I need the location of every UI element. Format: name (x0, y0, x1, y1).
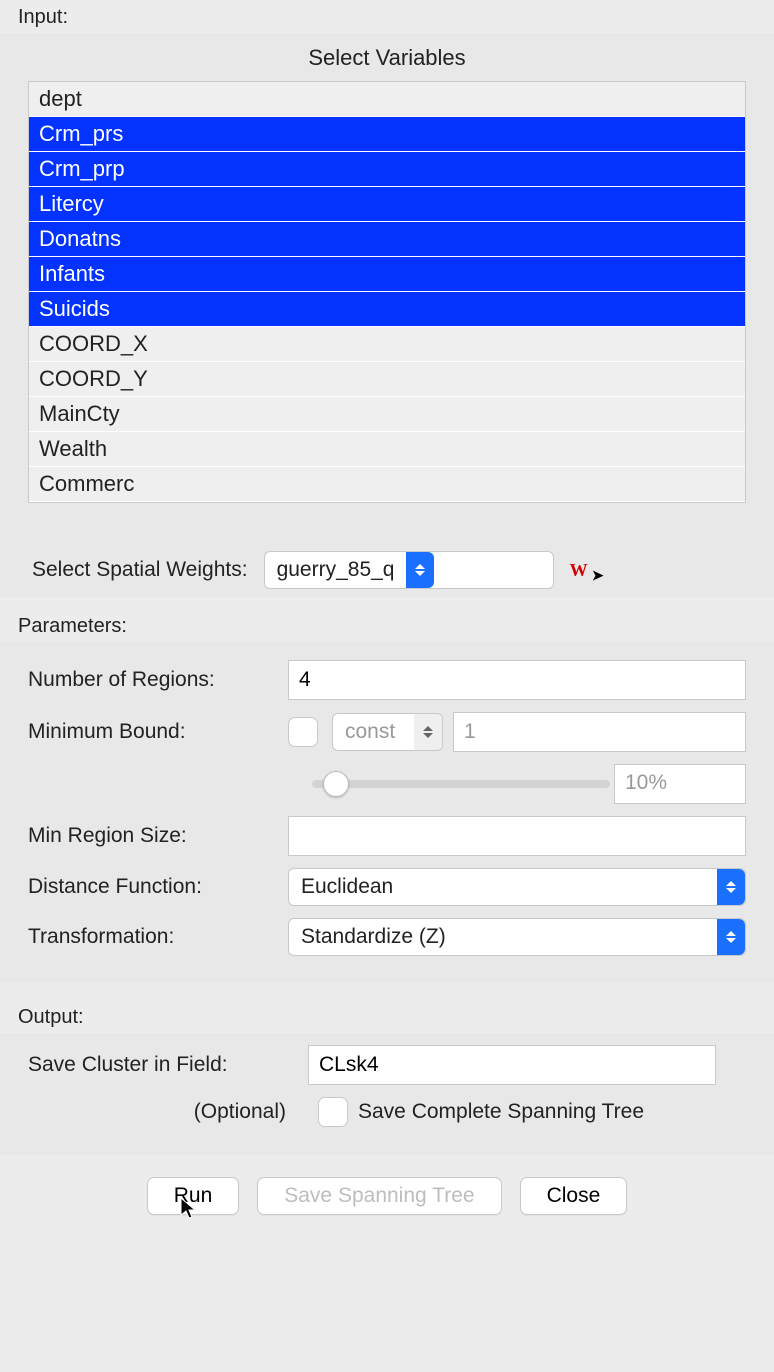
distance-function-value: Euclidean (289, 875, 717, 899)
distance-function-select[interactable]: Euclidean (288, 868, 746, 906)
variable-item[interactable]: Donatns (29, 222, 745, 257)
min-bound-label: Minimum Bound: (28, 720, 278, 744)
variable-item[interactable]: Suicids (29, 292, 745, 327)
num-regions-label: Number of Regions: (28, 668, 278, 692)
min-bound-field-select[interactable]: const (332, 713, 443, 751)
close-button[interactable]: Close (520, 1177, 628, 1215)
save-spanning-tree-button[interactable]: Save Spanning Tree (257, 1177, 501, 1215)
variable-item[interactable]: dept (29, 82, 745, 117)
parameters-section-label: Parameters: (0, 597, 774, 642)
optional-label: (Optional) (28, 1100, 286, 1124)
chevrons-icon (406, 552, 434, 588)
num-regions-input[interactable] (288, 660, 746, 700)
min-bound-slider[interactable] (312, 780, 610, 788)
variable-item[interactable]: COORD_Y (29, 362, 745, 397)
variable-item[interactable]: Infants (29, 257, 745, 292)
variable-item[interactable]: Crm_prs (29, 117, 745, 152)
cursor-icon: ➤ (592, 568, 604, 585)
save-cluster-label: Save Cluster in Field: (28, 1053, 298, 1077)
variable-item[interactable]: Wealth (29, 432, 745, 467)
spatial-weights-label: Select Spatial Weights: (32, 558, 248, 582)
transformation-select[interactable]: Standardize (Z) (288, 918, 746, 956)
variable-item[interactable]: MainCty (29, 397, 745, 432)
variable-item[interactable]: Litercy (29, 187, 745, 222)
transformation-label: Transformation: (28, 925, 278, 949)
spatial-weights-value: guerry_85_q (265, 558, 407, 582)
chevrons-icon (717, 869, 745, 905)
transformation-value: Standardize (Z) (289, 925, 717, 949)
variable-item[interactable]: COORD_X (29, 327, 745, 362)
variable-listbox[interactable]: deptCrm_prsCrm_prpLitercyDonatnsInfantsS… (28, 81, 746, 503)
slider-thumb[interactable] (323, 771, 349, 797)
save-spanning-tree-label: Save Complete Spanning Tree (358, 1100, 644, 1124)
output-section-label: Output: (0, 982, 774, 1033)
min-bound-threshold-input[interactable] (453, 712, 746, 752)
min-region-size-input[interactable] (288, 816, 746, 856)
weights-tool-icon[interactable]: W ➤ (570, 560, 602, 581)
save-cluster-input[interactable] (308, 1045, 716, 1085)
run-button[interactable]: Run (147, 1177, 240, 1215)
min-region-size-label: Min Region Size: (28, 824, 278, 848)
input-section-label: Input: (0, 0, 774, 33)
distance-function-label: Distance Function: (28, 875, 278, 899)
spatial-weights-select[interactable]: guerry_85_q (264, 551, 554, 589)
variable-item[interactable]: Commerc (29, 467, 745, 502)
select-variables-title: Select Variables (28, 33, 746, 81)
chevrons-icon (414, 714, 442, 750)
chevrons-icon (717, 919, 745, 955)
min-bound-percent-input[interactable]: 10% (614, 764, 746, 804)
variable-item[interactable]: Crm_prp (29, 152, 745, 187)
min-bound-field-value: const (333, 720, 414, 744)
min-bound-checkbox[interactable] (288, 717, 318, 747)
save-spanning-tree-checkbox[interactable] (318, 1097, 348, 1127)
